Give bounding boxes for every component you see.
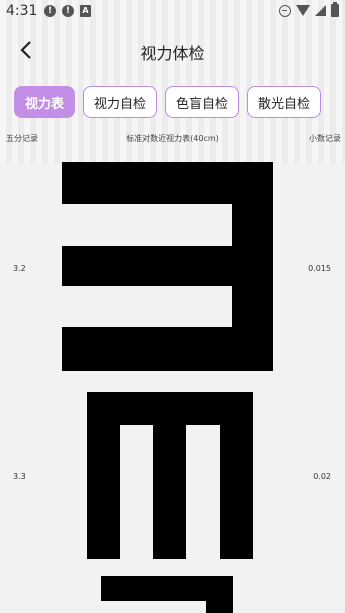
e-bar-right — [220, 392, 253, 559]
wifi-icon — [296, 5, 310, 16]
dnd-icon — [279, 4, 291, 17]
battery-icon — [331, 2, 339, 17]
header: 视力体检 — [0, 26, 345, 74]
chart-header: 五分记录 标准对数近视力表(40cm) 小数记录 — [0, 133, 345, 149]
tab-astigmatism-test[interactable]: 散光自检 — [247, 86, 322, 118]
status-bar: 4:31 ! ! A — [0, 0, 345, 26]
tab-vision-self-test[interactable]: 视力自检 — [83, 86, 158, 118]
status-right-icons — [279, 2, 339, 17]
tab-color-blind-test[interactable]: 色盲自检 — [165, 86, 240, 118]
tab-vision-chart[interactable]: 视力表 — [14, 86, 76, 118]
alert-icon: ! — [44, 5, 56, 17]
signal-icon — [315, 5, 326, 16]
e-spine — [232, 162, 273, 371]
e-spine — [206, 576, 233, 613]
a-icon: A — [80, 5, 91, 17]
alert-icon: ! — [62, 5, 74, 17]
chart-title: 标准对数近视力表(40cm) — [126, 134, 219, 143]
e-bar-middle — [153, 392, 186, 559]
tab-bar: 视力表 视力自检 色盲自检 散光自检 — [14, 86, 322, 118]
row-decimal-value: 0.02 — [313, 472, 331, 481]
row-decimal-value: 0.015 — [308, 264, 331, 273]
e-bar-left — [87, 392, 120, 559]
page-title: 视力体检 — [140, 44, 205, 63]
row-five-point-value: 3.2 — [13, 264, 26, 273]
row-five-point-value: 3.3 — [13, 472, 26, 481]
status-time: 4:31 — [6, 3, 38, 19]
status-left-icons: ! ! A — [44, 5, 91, 17]
decimal-header: 小数记录 — [309, 134, 341, 143]
